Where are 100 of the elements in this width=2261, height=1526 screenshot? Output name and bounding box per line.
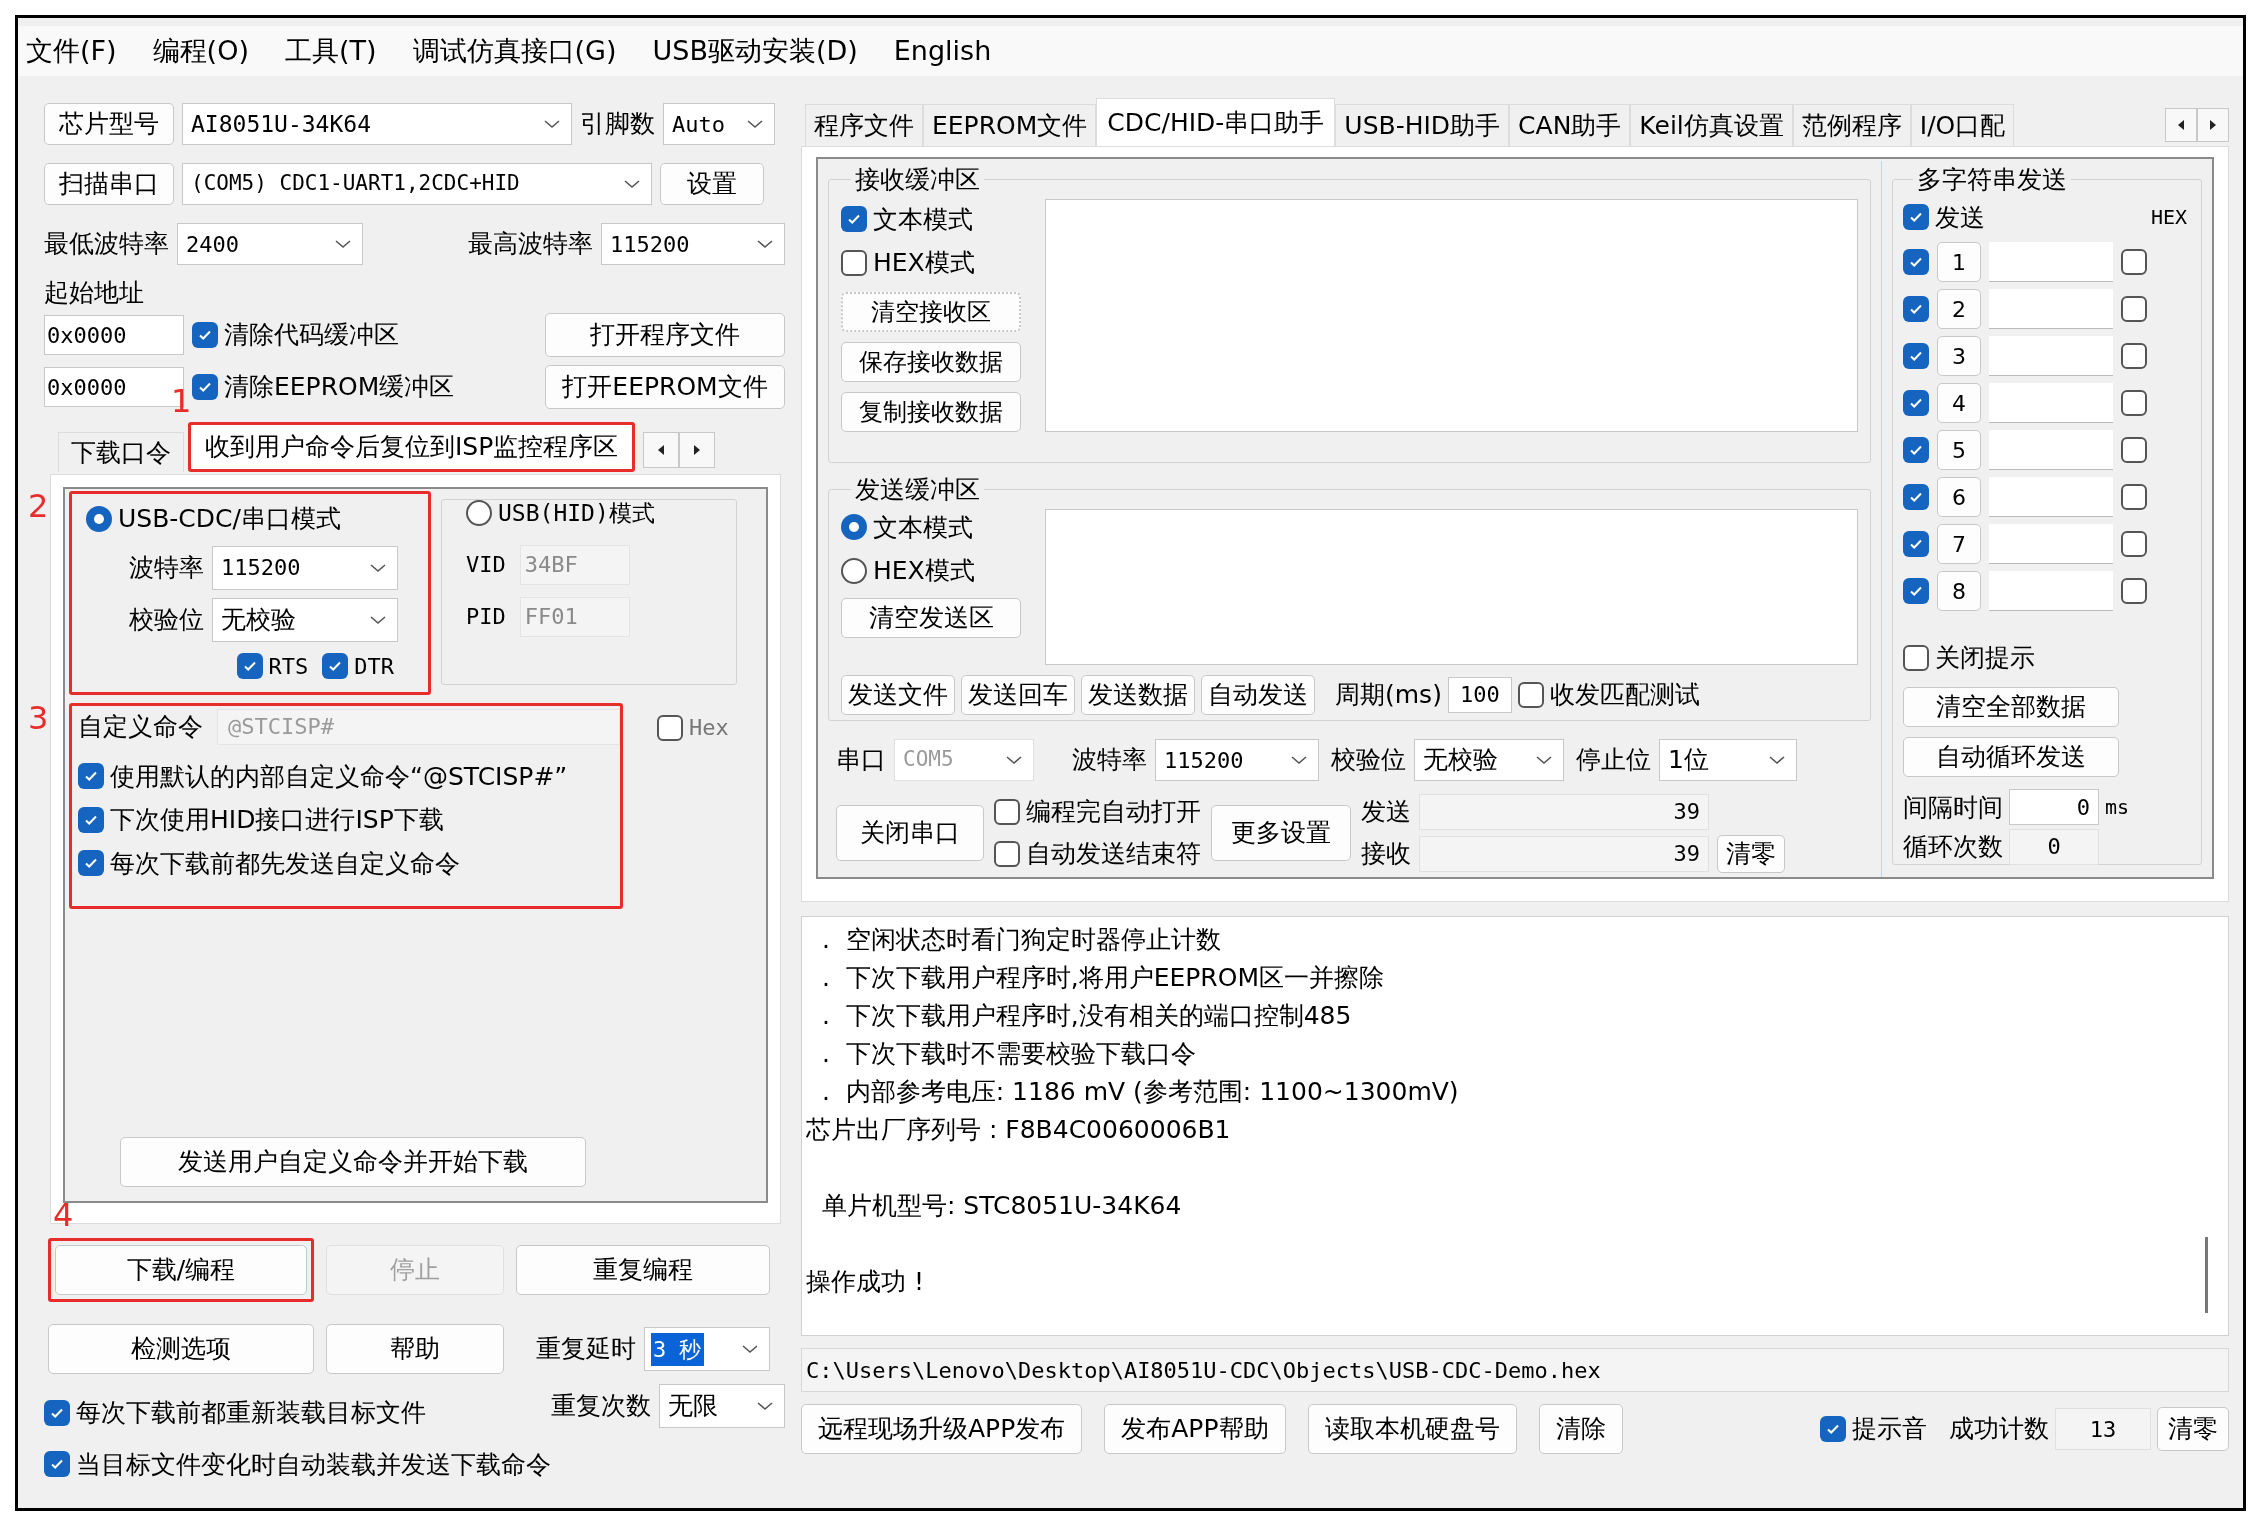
checkbox[interactable]	[2121, 578, 2147, 604]
checkbox[interactable]	[1903, 249, 1929, 275]
checkbox-label[interactable]: 当目标文件变化时自动装载并发送下载命令	[76, 1445, 551, 1483]
checkbox[interactable]	[657, 714, 683, 741]
scroll-right-button[interactable]	[2197, 108, 2229, 142]
checkbox[interactable]	[1517, 681, 1544, 708]
command-field[interactable]: @STCISP#	[217, 708, 620, 745]
text-field[interactable]: 100	[1447, 676, 1512, 713]
menu-item[interactable]: English	[893, 30, 992, 72]
scroll-right-button[interactable]	[679, 432, 716, 468]
checkbox[interactable]	[2121, 249, 2147, 275]
checkbox-label[interactable]: 发送	[1935, 198, 1985, 236]
checkbox-label[interactable]: HEX模式	[873, 244, 975, 282]
send-action-button[interactable]: 自动发送	[1201, 674, 1315, 715]
menu-item[interactable]: 调试仿真接口(G)	[412, 30, 617, 72]
tab[interactable]: 收到用户命令后复位到ISP监控程序区	[191, 425, 633, 469]
dropdown[interactable]: Auto	[663, 103, 775, 145]
send-action-button[interactable]: 发送数据	[1081, 674, 1195, 715]
receive-button[interactable]: 保存接收数据	[841, 341, 1021, 382]
scrollbar-thumb[interactable]	[2205, 1237, 2208, 1313]
string-field[interactable]	[1989, 289, 2113, 329]
radio-label[interactable]: 文本模式	[873, 508, 973, 546]
checkbox[interactable]	[841, 249, 867, 276]
dropdown[interactable]: AI8051U-34K64	[182, 103, 572, 145]
radio-button[interactable]	[841, 557, 867, 584]
dropdown[interactable]: 2400	[177, 223, 363, 265]
checkbox[interactable]	[192, 322, 218, 348]
checkbox[interactable]	[1903, 343, 1929, 369]
string-number-button[interactable]: 5	[1937, 430, 1981, 470]
checkbox[interactable]	[2121, 437, 2147, 463]
string-field[interactable]	[1989, 383, 2113, 423]
dropdown[interactable]: 115200	[601, 223, 785, 265]
reset-button[interactable]: 清零	[1717, 834, 1785, 873]
menu-item[interactable]: USB驱动安装(D)	[652, 30, 858, 72]
chip-model-button[interactable]: 芯片型号	[44, 103, 174, 145]
send-action-button[interactable]: 发送回车	[961, 674, 1075, 715]
menu-item[interactable]: 工具(T)	[284, 30, 377, 72]
checkbox-label[interactable]: 每次下载前都先发送自定义命令	[110, 844, 460, 882]
string-number-button[interactable]: 4	[1937, 383, 1981, 423]
checkbox[interactable]	[236, 653, 263, 679]
checkbox-label[interactable]: 清除代码缓冲区	[224, 316, 399, 354]
checkbox[interactable]	[1903, 644, 1929, 671]
string-field[interactable]	[1989, 524, 2113, 564]
auto-loop-button[interactable]: 自动循环发送	[1903, 736, 2119, 777]
checkbox[interactable]	[2121, 531, 2147, 557]
radio-label[interactable]: USB-CDC/串口模式	[118, 500, 341, 538]
close-port-button[interactable]: 关闭串口	[836, 804, 984, 861]
checkbox[interactable]	[1903, 390, 1929, 416]
string-number-button[interactable]: 2	[1937, 289, 1981, 329]
dropdown[interactable]: 无校验	[212, 597, 398, 642]
checkbox[interactable]	[1903, 484, 1929, 510]
checkbox-label[interactable]: 每次下载前都重新装载目标文件	[76, 1394, 426, 1432]
receive-button[interactable]: 复制接收数据	[841, 391, 1021, 432]
open-file-button[interactable]: 打开程序文件	[545, 313, 785, 357]
tab[interactable]: Keil仿真设置	[1630, 104, 1793, 146]
radio-button[interactable]	[466, 500, 492, 527]
text-field[interactable]: 0	[2009, 789, 2099, 826]
tab[interactable]: CDC/HID-串口助手	[1096, 98, 1336, 146]
dropdown[interactable]: 115200	[1155, 739, 1319, 781]
checkbox[interactable]	[1903, 531, 1929, 557]
send-action-button[interactable]: 发送文件	[841, 674, 955, 715]
string-number-button[interactable]: 3	[1937, 336, 1981, 376]
checkbox[interactable]	[994, 799, 1020, 825]
string-field[interactable]	[1989, 430, 2113, 470]
checkbox-label[interactable]: DTR	[354, 649, 394, 683]
checkbox[interactable]	[2121, 343, 2147, 369]
menu-item[interactable]: 编程(O)	[152, 30, 249, 72]
string-number-button[interactable]: 7	[1937, 524, 1981, 564]
tab[interactable]: USB-HID助手	[1335, 104, 1510, 146]
checkbox[interactable]	[78, 806, 104, 833]
radio-button[interactable]	[841, 514, 867, 541]
text-field[interactable]: 0x0000	[44, 315, 184, 355]
tab[interactable]: 程序文件	[805, 104, 923, 146]
action-button[interactable]: 帮助	[326, 1324, 504, 1374]
checkbox[interactable]	[44, 1451, 70, 1478]
checkbox-label[interactable]: 编程完自动打开	[1026, 793, 1201, 831]
string-field[interactable]	[1989, 477, 2113, 517]
checkbox[interactable]	[1903, 204, 1929, 231]
checkbox[interactable]	[322, 653, 349, 679]
radio-label[interactable]: HEX模式	[873, 552, 975, 590]
checkbox-label[interactable]: 清除EEPROM缓冲区	[224, 368, 455, 406]
action-button[interactable]: 检测选项	[48, 1324, 314, 1374]
string-number-button[interactable]: 1	[1937, 242, 1981, 282]
checkbox-label[interactable]: 文本模式	[873, 200, 973, 238]
dropdown[interactable]: 115200	[212, 545, 398, 590]
checkbox[interactable]	[1820, 1416, 1846, 1442]
clear-send-button[interactable]: 清空发送区	[841, 597, 1021, 638]
checkbox-label[interactable]: 使用默认的内部自定义命令“@STCISP#”	[110, 757, 568, 795]
checkbox-label[interactable]: 关闭提示	[1935, 639, 2035, 677]
dropdown[interactable]: 无校验	[1414, 739, 1564, 781]
bottom-button[interactable]: 远程现场升级APP发布	[801, 1404, 1083, 1454]
checkbox[interactable]	[2121, 296, 2147, 322]
string-number-button[interactable]: 8	[1937, 571, 1981, 611]
string-field[interactable]	[1989, 242, 2113, 282]
checkbox[interactable]	[78, 763, 104, 790]
checkbox-label[interactable]: 下次使用HID接口进行ISP下载	[110, 801, 444, 839]
checkbox[interactable]	[1903, 578, 1929, 604]
scroll-left-button[interactable]	[2165, 108, 2197, 142]
checkbox[interactable]	[192, 374, 218, 400]
checkbox[interactable]	[2121, 390, 2147, 416]
